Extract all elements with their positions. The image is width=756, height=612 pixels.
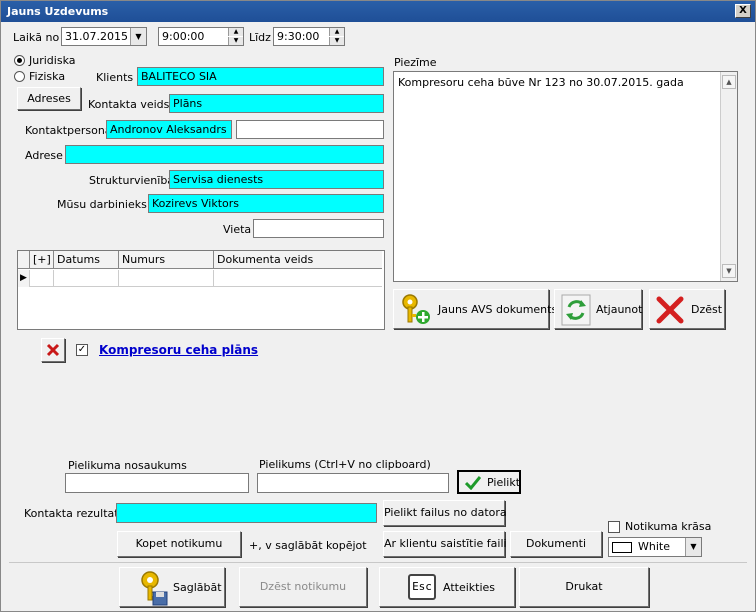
esc-key-icon: Esc [408, 574, 436, 600]
to-label: Līdz [249, 31, 271, 44]
radio-legal[interactable] [14, 55, 25, 66]
event-color-value: White [638, 540, 670, 553]
title-bar: Jauns Uzdevums X [1, 1, 755, 22]
red-x-icon [656, 296, 684, 324]
grid-col-number[interactable]: Numurs [119, 251, 214, 269]
time-from-field[interactable]: 9:00:00 ▲ ▼ [158, 27, 244, 46]
attachment-name-field[interactable] [65, 473, 249, 493]
documents-button[interactable]: Dokumenti [510, 531, 602, 557]
window-title: Jauns Uzdevums [7, 5, 109, 18]
note-label: Piezīme [394, 56, 437, 69]
contact-person-label: Kontaktpersona [25, 124, 112, 137]
save-key-icon [141, 571, 168, 606]
delete-label: Dzēst [691, 303, 723, 316]
radio-person[interactable] [14, 71, 25, 82]
spin-up-icon[interactable]: ▲ [329, 28, 344, 36]
checkmark-icon [465, 476, 481, 490]
attachment-link[interactable]: Kompresoru ceha plāns [99, 343, 258, 357]
client-files-button[interactable]: Ar klientu saistītie faili [383, 531, 507, 557]
table-cell[interactable] [30, 270, 54, 287]
color-swatch [612, 541, 632, 553]
table-cell[interactable] [214, 270, 382, 287]
event-color-label: Notikuma krāsa [625, 520, 712, 533]
delete-button[interactable]: Dzēst [649, 289, 725, 329]
place-field[interactable] [253, 219, 384, 238]
event-color-checkbox[interactable] [608, 521, 620, 533]
scroll-up-icon[interactable]: ▲ [722, 75, 736, 89]
refresh-icon [561, 294, 591, 326]
table-cell[interactable] [119, 270, 214, 287]
date-picker[interactable]: 31.07.2015 ▼ [61, 27, 147, 46]
grid-corner [18, 251, 30, 269]
unit-field[interactable]: Servisa dienests [169, 170, 384, 189]
contact-person-field[interactable]: Andronov Aleksandrs [106, 120, 232, 139]
copy-hint: +, v saglābāt kopējot [249, 539, 367, 552]
new-avs-document-label: Jauns AVS dokuments [438, 303, 558, 316]
contact-type-label: Kontakta veids * [88, 98, 179, 111]
date-value: 31.07.2015 [65, 30, 128, 43]
radio-person-label: Fiziska [29, 70, 66, 83]
result-field[interactable] [116, 503, 377, 523]
contact-type-field[interactable]: Plāns [169, 94, 384, 113]
grid-col-date[interactable]: Datums [54, 251, 119, 269]
chevron-down-icon[interactable]: ▼ [685, 538, 701, 556]
note-scrollbar[interactable]: ▲ ▼ [720, 72, 737, 281]
chevron-down-icon[interactable]: ▼ [130, 28, 146, 45]
key-add-icon [402, 294, 430, 324]
time-to-field[interactable]: 9:30:00 ▲ ▼ [273, 27, 345, 46]
save-button[interactable]: Saglābāt [119, 567, 225, 607]
grid-header: [+] Datums Numurs Dokumenta veids [18, 251, 382, 269]
table-cell[interactable] [54, 270, 119, 287]
copy-event-button[interactable]: Kopet notikumu [117, 531, 241, 557]
cancel-button[interactable]: Esc Atteikties [379, 567, 515, 607]
result-label: Kontakta rezultats [24, 507, 125, 520]
client-field[interactable]: BALITECO SIA [137, 67, 384, 86]
close-button[interactable]: X [735, 4, 751, 18]
place-label: Vieta [223, 223, 252, 236]
print-button[interactable]: Drukat [519, 567, 649, 607]
employee-field[interactable]: Kozirevs Viktors [148, 194, 384, 213]
spin-up-icon[interactable]: ▲ [228, 28, 243, 36]
refresh-button[interactable]: Atjaunot [554, 289, 642, 329]
unit-label: Strukturvienība [89, 174, 175, 187]
row-pointer-icon: ▶ [18, 270, 30, 287]
spin-down-icon[interactable]: ▼ [228, 37, 243, 45]
table-row[interactable]: ▶ [18, 270, 382, 287]
attachment-name-label: Pielikuma nosaukums [68, 459, 187, 472]
employee-label: Mūsu darbinieks * [57, 198, 156, 211]
task-dialog: Jauns Uzdevums X Laikā no 31.07.2015 ▼ 9… [0, 0, 756, 612]
new-avs-document-button[interactable]: Jauns AVS dokuments [393, 289, 557, 329]
grid-col-add[interactable]: [+] [30, 251, 54, 269]
note-text: Kompresoru ceha būve Nr 123 no 30.07.201… [398, 76, 684, 89]
scroll-down-icon[interactable]: ▼ [722, 264, 736, 278]
save-label: Saglābāt [173, 581, 222, 594]
client-label: Klients * [96, 71, 143, 84]
delete-event-button[interactable]: Dzēst notikumu [239, 567, 367, 607]
cancel-label: Atteikties [443, 581, 496, 594]
documents-grid[interactable]: [+] Datums Numurs Dokumenta veids ▶ [17, 250, 385, 330]
note-textarea[interactable]: Kompresoru ceha būve Nr 123 no 30.07.201… [393, 71, 738, 282]
attachment-checkbox[interactable]: ✓ [76, 344, 88, 356]
address-label: Adrese [25, 149, 63, 162]
grid-col-doctype[interactable]: Dokumenta veids [214, 251, 382, 269]
refresh-label: Atjaunot [596, 303, 643, 316]
remove-attachment-button[interactable] [41, 338, 65, 362]
clipboard-field[interactable] [257, 473, 449, 493]
attach-button[interactable]: Pielikt [457, 470, 521, 494]
from-label: Laikā no [13, 31, 60, 44]
attach-files-button[interactable]: Pielikt failus no datora [383, 500, 507, 526]
red-x-icon [46, 343, 60, 357]
attach-label: Pielikt [487, 476, 521, 489]
spin-down-icon[interactable]: ▼ [329, 37, 344, 45]
time-from-value: 9:00:00 [162, 30, 205, 43]
radio-legal-label: Juridiska [29, 54, 76, 67]
event-color-select[interactable]: White ▼ [608, 537, 702, 557]
address-field[interactable] [65, 145, 384, 164]
clipboard-label: Pielikums (Ctrl+V no clipboard) [259, 458, 431, 471]
time-to-value: 9:30:00 [277, 30, 320, 43]
contact-person-extra-field[interactable] [236, 120, 384, 139]
addresses-button[interactable]: Adreses [17, 87, 81, 110]
